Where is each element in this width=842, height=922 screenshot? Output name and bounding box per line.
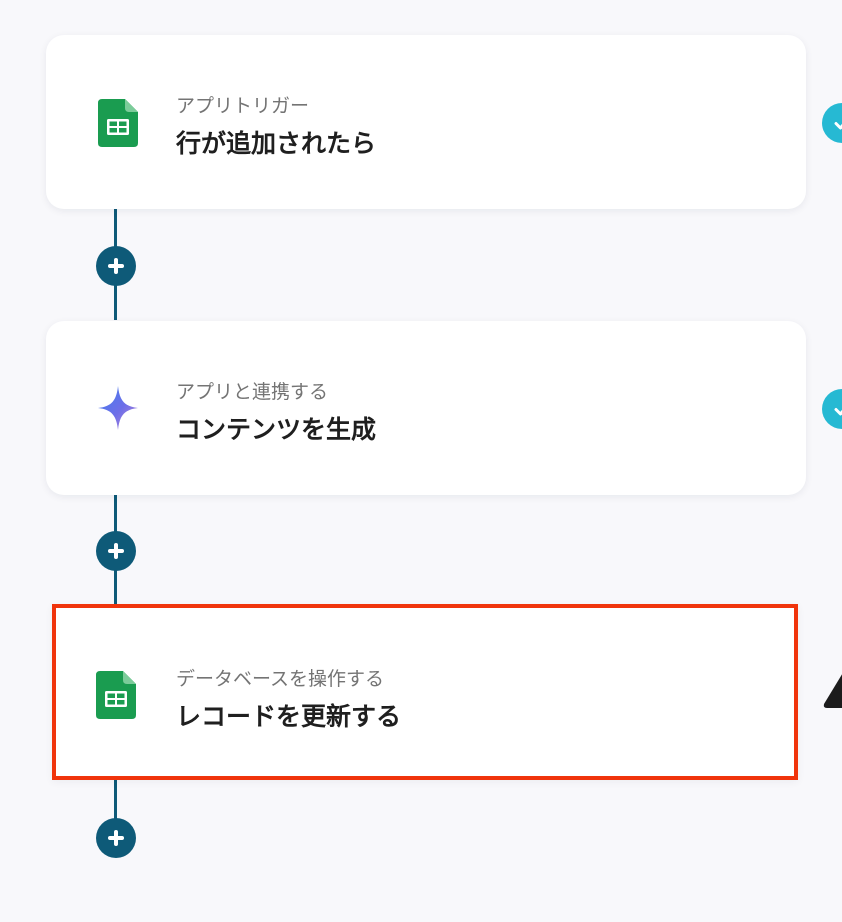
plus-icon [108, 830, 124, 846]
status-completed-icon [822, 389, 842, 429]
add-step-button[interactable] [96, 246, 136, 286]
step-card-generate-content[interactable]: アプリと連携する コンテンツを生成 [46, 321, 806, 495]
add-step-button[interactable] [96, 818, 136, 858]
google-sheets-icon [98, 99, 138, 147]
step-title: レコードを更新する [176, 702, 402, 731]
plus-icon [108, 258, 124, 274]
check-icon [834, 122, 842, 130]
add-step-button[interactable] [96, 531, 136, 571]
step-label: アプリトリガー [176, 95, 310, 117]
check-icon [834, 408, 842, 416]
workflow-canvas: アプリトリガー 行が追加されたら アプリと連携する コンテンツを生成 データベー… [0, 0, 842, 922]
google-sheets-icon [96, 671, 136, 719]
warning-icon [823, 674, 842, 708]
plus-icon [108, 543, 124, 559]
step-title: コンテンツを生成 [176, 415, 377, 444]
gemini-icon [98, 386, 138, 430]
step-label: アプリと連携する [176, 381, 329, 403]
step-card-update-record[interactable]: データベースを操作する レコードを更新する [52, 604, 798, 780]
connector-line [114, 780, 117, 820]
step-label: データベースを操作する [176, 668, 385, 690]
step-title: 行が追加されたら [176, 129, 377, 158]
step-card-trigger[interactable]: アプリトリガー 行が追加されたら [46, 35, 806, 209]
status-completed-icon [822, 103, 842, 143]
